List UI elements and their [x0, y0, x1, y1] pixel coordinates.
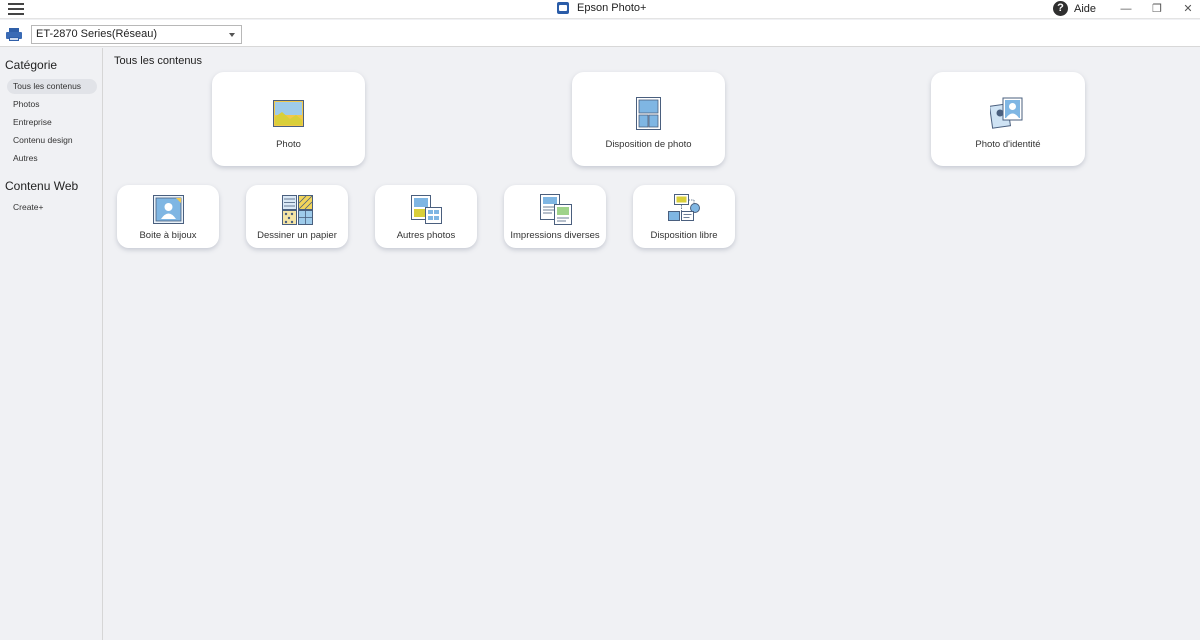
card-label: Impressions diverses	[510, 230, 600, 241]
printer-select[interactable]: ET-2870 Series(Réseau)	[31, 25, 242, 44]
close-icon[interactable]: ✕	[1174, 1, 1200, 18]
web-heading: Contenu Web	[5, 179, 79, 193]
help-label: Aide	[1074, 2, 1097, 15]
other-photos-icon	[411, 195, 442, 224]
sidebar-item-photos[interactable]: Photos	[7, 97, 97, 112]
sidebar-item-create-plus[interactable]: Create+	[7, 200, 97, 215]
sidebar-item-tous-les-contenus[interactable]: Tous les contenus	[7, 79, 97, 94]
card-various-prints[interactable]: Impressions diverses	[504, 185, 606, 248]
card-jewel-case[interactable]: Boite à bijoux	[117, 185, 219, 248]
sidebar: Catégorie Tous les contenus Photos Entre…	[0, 48, 103, 640]
card-label: Photo	[276, 139, 301, 150]
card-design-paper[interactable]: Dessiner un papier	[246, 185, 348, 248]
card-label: Autres photos	[396, 230, 456, 241]
sidebar-item-autres[interactable]: Autres	[7, 151, 97, 166]
printer-icon[interactable]	[6, 28, 22, 41]
restore-icon[interactable]: ❐	[1143, 1, 1171, 18]
free-layout-icon	[668, 194, 700, 221]
sidebar-item-contenu-design[interactable]: Contenu design	[7, 133, 97, 148]
page-title: Tous les contenus	[114, 55, 203, 67]
epson-photo-icon	[557, 2, 569, 14]
printer-select-value: ET-2870 Series(Réseau)	[36, 28, 158, 40]
chevron-down-icon	[229, 33, 235, 37]
card-photo[interactable]: Photo	[212, 72, 365, 166]
app-title: Epson Photo+	[557, 2, 646, 14]
photo-layout-icon	[636, 97, 661, 130]
card-other-photos[interactable]: Autres photos	[375, 185, 477, 248]
card-label: Boite à bijoux	[139, 230, 197, 241]
photo-icon	[273, 100, 304, 127]
card-label: Disposition libre	[650, 230, 718, 241]
card-label: Dessiner un papier	[257, 230, 337, 241]
minimize-icon[interactable]: —	[1112, 1, 1140, 18]
card-label: Photo d'identité	[975, 139, 1041, 150]
app-title-text: Epson Photo+	[577, 2, 647, 14]
help-icon: ?	[1053, 1, 1068, 16]
card-free-layout[interactable]: Disposition libre	[633, 185, 735, 248]
design-paper-icon	[282, 195, 313, 225]
card-id-photo[interactable]: Photo d'identité	[931, 72, 1085, 166]
category-heading: Catégorie	[5, 58, 58, 72]
toolbar: ET-2870 Series(Réseau)	[0, 20, 1200, 47]
sidebar-item-entreprise[interactable]: Entreprise	[7, 115, 97, 130]
id-photo-icon	[990, 97, 1023, 129]
various-prints-icon	[540, 194, 572, 225]
hamburger-icon[interactable]	[8, 3, 24, 15]
help-button[interactable]: ? Aide	[1053, 1, 1096, 16]
jewel-case-icon	[153, 195, 184, 224]
card-label: Disposition de photo	[605, 139, 692, 150]
title-bar: Epson Photo+ ? Aide — ❐ ✕	[0, 0, 1200, 19]
card-photo-layout[interactable]: Disposition de photo	[572, 72, 725, 166]
